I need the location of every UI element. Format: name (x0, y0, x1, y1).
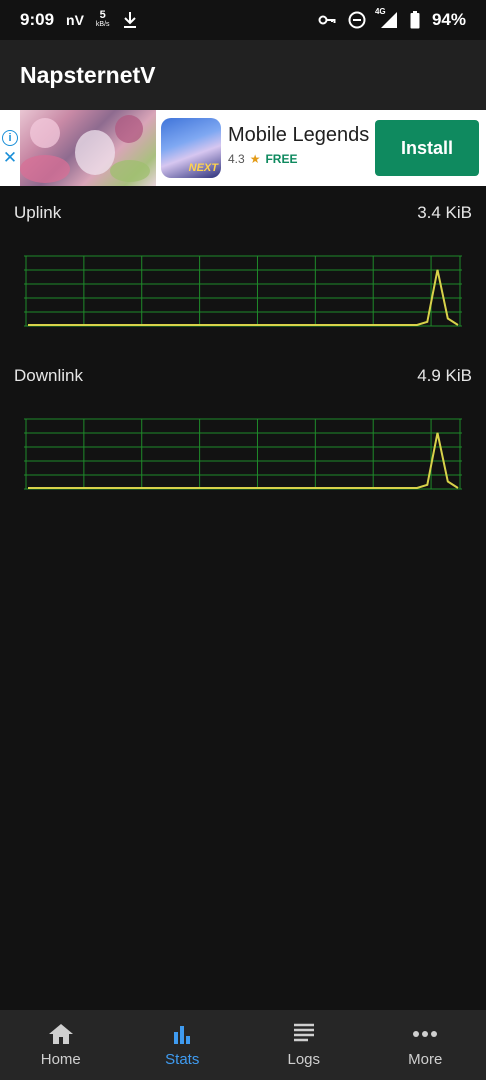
ad-app-icon-tag: NEXT (188, 162, 218, 174)
nav-stats-label: Stats (165, 1051, 200, 1068)
nav-home[interactable]: Home (0, 1010, 122, 1080)
home-icon (48, 1024, 73, 1044)
ad-banner[interactable]: i ✕ NEXT Mobile Legends 4.3 ★ FREE Insta… (0, 110, 486, 186)
nav-more-label: More (408, 1051, 443, 1068)
logs-icon (293, 1023, 314, 1042)
nav-stats[interactable]: Stats (122, 1010, 244, 1080)
downlink-label: Downlink (14, 366, 83, 385)
net-speed-unit: kB/s (95, 21, 110, 28)
net-speed-value: 5 (99, 9, 106, 21)
network-type: 4G (374, 7, 386, 16)
star-icon: ★ (249, 152, 261, 166)
carrier-tag: nV (66, 12, 84, 28)
ad-app-icon[interactable]: NEXT (161, 118, 221, 178)
ad-install-button[interactable]: Install (375, 120, 479, 176)
status-bar-right: 4G 94% (318, 7, 466, 30)
ad-app-name[interactable]: Mobile Legends (228, 124, 369, 147)
ad-close-icon[interactable]: ✕ (3, 149, 17, 166)
downlink-value: 4.9 KiB (417, 366, 472, 385)
net-speed: 5 kB/s (95, 9, 110, 29)
uplink-label: Uplink (14, 203, 62, 222)
nav-more[interactable]: More (365, 1010, 486, 1080)
more-icon (413, 1031, 438, 1037)
uplink-row: Uplink 3.4 KiB (14, 201, 472, 225)
status-bar: 9:09 nV 5 kB/s 4G 94% (0, 0, 486, 40)
bottom-navigation: Home Stats Logs More (0, 1010, 486, 1080)
downlink-traffic-line (28, 432, 459, 489)
ad-price: FREE (265, 152, 298, 166)
bar-chart-icon (174, 1026, 191, 1044)
uplink-traffic-line (28, 269, 459, 326)
do-not-disturb-icon (348, 11, 366, 29)
ad-controls: i ✕ (0, 110, 20, 186)
ad-image[interactable] (20, 110, 156, 186)
ad-info-icon[interactable]: i (2, 130, 18, 146)
battery-icon (410, 11, 420, 29)
battery-percent: 94% (431, 10, 466, 29)
nav-logs[interactable]: Logs (243, 1010, 365, 1080)
app-title: NapsternetV (20, 61, 156, 88)
nav-logs-label: Logs (287, 1051, 321, 1068)
download-icon (122, 11, 138, 29)
ad-app-meta: 4.3 ★ FREE (228, 152, 297, 166)
uplink-graph (24, 255, 462, 327)
downlink-row: Downlink 4.9 KiB (14, 364, 472, 388)
downlink-graph (24, 418, 462, 490)
clock: 9:09 (20, 10, 55, 29)
app-bar: NapsternetV (0, 40, 486, 110)
vpn-key-icon (318, 14, 336, 26)
nav-home-label: Home (40, 1051, 81, 1068)
ad-rating: 4.3 (228, 152, 245, 166)
status-bar-left: 9:09 nV 5 kB/s (20, 10, 138, 30)
signal-icon: 4G (375, 7, 398, 29)
uplink-value: 3.4 KiB (417, 203, 472, 222)
